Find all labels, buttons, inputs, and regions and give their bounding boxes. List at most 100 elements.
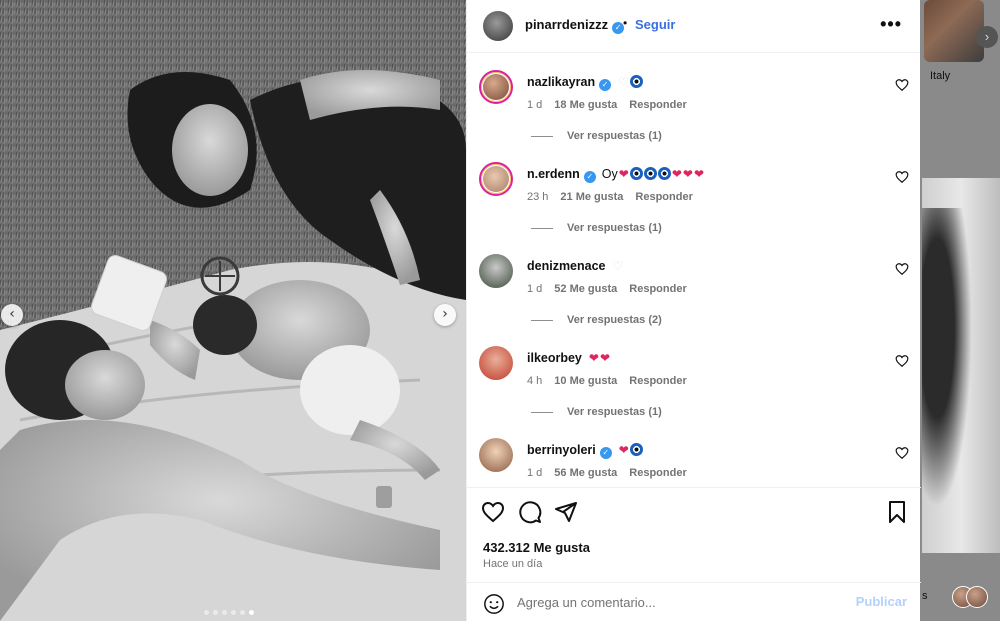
comment-like-heart-icon[interactable] — [895, 354, 909, 368]
comment-likes[interactable]: 21 Me gusta — [560, 191, 623, 203]
carousel-dot — [249, 610, 254, 615]
red-heart-icon: ❤ — [618, 443, 629, 457]
view-replies-button[interactable]: Ver respuestas (1) — [531, 406, 662, 418]
comment-item: denizmenace ♡ 1 d 52 Me gusta Responder Ver r… — [467, 238, 921, 330]
comment-meta: 23 h 21 Me gusta Responder — [527, 191, 693, 203]
post-photo[interactable]: ‹ › — [0, 0, 466, 621]
comment-age[interactable]: 23 h — [527, 191, 548, 203]
carousel-dot — [204, 610, 209, 615]
publish-button[interactable]: Publicar — [856, 594, 907, 609]
comment-header: berrinyoleri ✓ ❤ — [527, 443, 643, 459]
comment-age[interactable]: 1 d — [527, 99, 542, 111]
comment-likes[interactable]: 52 Me gusta — [554, 283, 617, 295]
post-side-panel: pinarrdenizzz ✓ • Seguir ••• nazlikayran ✓… — [466, 0, 921, 621]
background-bottom-text: s — [922, 590, 928, 602]
post-time[interactable]: Hace un día — [483, 558, 542, 570]
red-heart-icon: ❤ — [599, 351, 611, 365]
comment-item: nazlikayran ✓ ♡ 1 d 18 Me gusta Responder Ver … — [467, 54, 921, 146]
evil-eye-icon — [629, 167, 643, 180]
like-heart-icon[interactable] — [481, 500, 505, 524]
evil-eye-icon — [657, 167, 671, 180]
comment-meta: 4 h 10 Me gusta Responder — [527, 375, 687, 387]
background-next-arrow-icon[interactable]: › — [976, 26, 998, 48]
background-bottom-bar: s — [922, 578, 1000, 621]
comment-item: berrinyoleri ✓ ❤ 1 d 56 Me gusta Responder — [467, 422, 921, 487]
background-photo — [922, 178, 1000, 553]
author-avatar[interactable] — [483, 11, 513, 41]
comment-meta: 1 d 56 Me gusta Responder — [527, 467, 687, 479]
comment-header: nazlikayran ✓ ♡ — [527, 75, 643, 91]
comment-like-heart-icon[interactable] — [895, 78, 909, 92]
background-thumbnail[interactable]: › — [924, 0, 998, 62]
comment-meta: 1 d 18 Me gusta Responder — [527, 99, 687, 111]
verified-badge-icon: ✓ — [583, 171, 596, 183]
carousel-dot — [240, 610, 245, 615]
comment-like-heart-icon[interactable] — [895, 446, 909, 460]
comment-username[interactable]: berrinyoleri — [527, 443, 596, 457]
comment-like-heart-icon[interactable] — [895, 262, 909, 276]
likes-count[interactable]: 432.312 Me gusta — [483, 540, 590, 555]
comment-username[interactable]: n.erdenn — [527, 167, 580, 181]
comment-username[interactable]: denizmenace — [527, 259, 606, 273]
evil-eye-icon — [643, 167, 657, 180]
carousel-prev-button[interactable]: ‹ — [1, 304, 23, 326]
comment-avatar[interactable] — [479, 70, 513, 104]
author-username-text[interactable]: pinarrdenizzz — [525, 17, 608, 32]
comment-avatar[interactable] — [479, 346, 513, 380]
comment-reply-button[interactable]: Responder — [629, 375, 686, 387]
emoji-smiley-icon[interactable] — [483, 593, 505, 615]
comment-input[interactable] — [517, 591, 847, 613]
post-header: pinarrdenizzz ✓ • Seguir ••• — [467, 0, 920, 53]
carousel-dot — [231, 610, 236, 615]
background-avatars — [952, 586, 992, 610]
evil-eye-icon — [629, 443, 643, 456]
verified-badge-icon: ✓ — [599, 79, 612, 91]
view-replies-button[interactable]: Ver respuestas (1) — [531, 222, 662, 234]
comment-username[interactable]: ilkeorbey — [527, 351, 582, 365]
view-replies-button[interactable]: Ver respuestas (2) — [531, 314, 662, 326]
add-comment-bar: Publicar — [467, 582, 921, 621]
carousel-next-button[interactable]: › — [434, 304, 456, 326]
comment-meta: 1 d 52 Me gusta Responder — [527, 283, 687, 295]
comment-reply-button[interactable]: Responder — [629, 467, 686, 479]
comment-header: ilkeorbey ❤❤ — [527, 351, 610, 365]
comment-avatar[interactable] — [479, 162, 513, 196]
comment-likes[interactable]: 10 Me gusta — [554, 375, 617, 387]
comment-age[interactable]: 1 d — [527, 467, 542, 479]
header-separator: • — [623, 16, 628, 30]
view-replies-button[interactable]: Ver respuestas (1) — [531, 130, 662, 142]
comment-text: Oy — [601, 167, 618, 181]
comment-item: ilkeorbey ❤❤ 4 h 10 Me gusta Responder Ver re… — [467, 330, 921, 422]
comment-reply-button[interactable]: Responder — [629, 283, 686, 295]
red-heart-icon: ❤ — [682, 167, 693, 181]
red-heart-icon: ❤ — [618, 167, 629, 181]
comment-avatar[interactable] — [479, 438, 513, 472]
comment-header: n.erdenn ✓ Oy❤ ❤❤❤ — [527, 167, 704, 183]
carousel-dot — [213, 610, 218, 615]
instagram-post-modal: › Italy s ‹ › pinarrdenizzz ✓ • Seguir •… — [0, 0, 1000, 621]
red-heart-icon: ❤ — [588, 351, 599, 365]
author-username[interactable]: pinarrdenizzz ✓ — [525, 17, 625, 34]
post-actions: 432.312 Me gusta Hace un día — [467, 487, 921, 582]
red-heart-icon: ❤ — [671, 167, 682, 181]
comment-reply-button[interactable]: Responder — [629, 99, 686, 111]
comment-likes[interactable]: 18 Me gusta — [554, 99, 617, 111]
comment-bubble-icon[interactable] — [518, 500, 542, 524]
comment-item: n.erdenn ✓ Oy❤ ❤❤❤ 23 h 21 Me gusta Responder V… — [467, 146, 921, 238]
comment-header: denizmenace ♡ — [527, 259, 623, 273]
share-send-icon[interactable] — [554, 500, 578, 524]
follow-button[interactable]: Seguir — [635, 17, 675, 32]
comment-likes[interactable]: 56 Me gusta — [554, 467, 617, 479]
comment-age[interactable]: 1 d — [527, 283, 542, 295]
save-bookmark-icon[interactable] — [885, 500, 909, 524]
carousel-dot — [222, 610, 227, 615]
comment-avatar[interactable] — [479, 254, 513, 288]
comment-username[interactable]: nazlikayran — [527, 75, 595, 89]
comment-like-heart-icon[interactable] — [895, 170, 909, 184]
comment-reply-button[interactable]: Responder — [635, 191, 692, 203]
comments-list[interactable]: nazlikayran ✓ ♡ 1 d 18 Me gusta Responder Ver … — [467, 54, 921, 487]
white-heart-icon: ♡ — [618, 75, 629, 89]
comment-age[interactable]: 4 h — [527, 375, 542, 387]
more-options-icon[interactable]: ••• — [880, 14, 902, 35]
background-thumbnail-caption: Italy — [930, 70, 951, 82]
